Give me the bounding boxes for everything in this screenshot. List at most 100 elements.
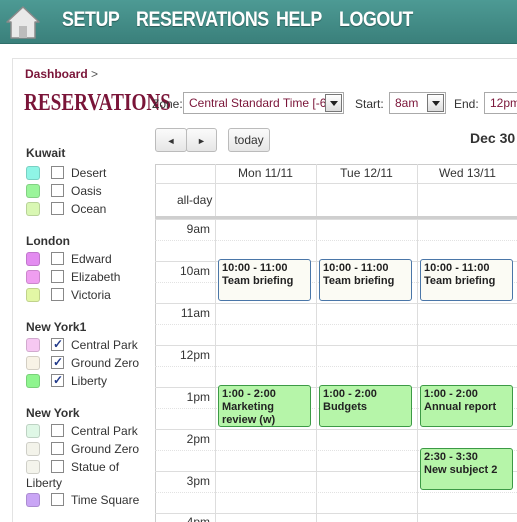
nav-setup[interactable]: SETUP	[62, 8, 120, 36]
color-swatch	[26, 202, 40, 216]
top-nav-bar: SETUP RESERVATIONS HELP LOGOUT	[0, 0, 517, 44]
breadcrumb: Dashboard >	[25, 67, 98, 81]
event-time: 1:00 - 2:00	[424, 388, 478, 400]
grid-divider	[155, 303, 517, 304]
sidebar-item-label-continuation: Liberty	[26, 476, 63, 490]
color-swatch	[26, 356, 40, 370]
day-header-mon: Mon 11/11	[238, 166, 293, 180]
grid-divider	[155, 366, 517, 367]
nav-help[interactable]: HELP	[276, 8, 322, 36]
event-time: 1:00 - 2:00	[222, 388, 276, 400]
color-swatch	[26, 184, 40, 198]
color-swatch	[26, 460, 40, 474]
event-annual-report[interactable]: 1:00 - 2:00 Annual report	[420, 385, 513, 427]
chevron-down-icon	[427, 94, 444, 112]
next-button[interactable]: ►	[186, 128, 217, 152]
end-select[interactable]: 12pm	[484, 92, 517, 114]
checkbox[interactable]	[51, 493, 64, 506]
event-title: Annual report	[424, 401, 497, 413]
checkbox[interactable]	[51, 373, 64, 387]
house-icon[interactable]	[3, 2, 43, 42]
event-time: 10:00 - 11:00	[222, 262, 288, 274]
grid-divider	[155, 324, 517, 325]
sidebar-item-label: Time Square	[71, 493, 140, 507]
hour-label: 4pm	[186, 515, 210, 522]
day-header-tue: Tue 12/11	[340, 166, 393, 180]
color-swatch	[26, 270, 40, 284]
checkbox[interactable]	[51, 252, 64, 265]
end-select-value: 12pm	[490, 96, 517, 110]
checkbox[interactable]	[51, 166, 64, 179]
group-heading-new-york1: New York1	[26, 320, 87, 334]
hour-label: 9am	[186, 222, 210, 236]
event-title: New subject 2	[424, 464, 498, 476]
sidebar-item-label: Central Park	[71, 424, 138, 438]
start-select[interactable]: 8am	[389, 92, 446, 114]
checkbox[interactable]	[51, 270, 64, 283]
checkbox[interactable]	[51, 288, 64, 301]
checkbox[interactable]	[51, 184, 64, 197]
chevron-down-icon	[325, 94, 342, 112]
sidebar-item-label: Elizabeth	[71, 270, 121, 284]
sidebar-item-label: Statue of	[71, 460, 120, 474]
nav-reservations[interactable]: RESERVATIONS	[136, 8, 269, 36]
hour-label: 10am	[179, 264, 210, 278]
start-label: Start:	[355, 97, 384, 111]
breadcrumb-separator: >	[91, 67, 99, 81]
grid-divider	[155, 219, 517, 220]
sidebar-item-label: Ocean	[71, 202, 107, 216]
event-title: Team briefing	[222, 275, 294, 287]
arrow-right-icon: ►	[197, 136, 206, 146]
event-team-briefing-wed[interactable]: 10:00 - 11:00 Team briefing	[420, 259, 513, 301]
zone-select-value: Central Standard Time [-6]	[189, 96, 330, 110]
color-swatch	[26, 338, 40, 352]
nav-logout[interactable]: LOGOUT	[339, 8, 413, 36]
grid-divider	[155, 240, 517, 241]
sidebar-item-label: Edward	[71, 252, 112, 266]
event-marketing-review[interactable]: 1:00 - 2:00 Marketing review (w)	[218, 385, 311, 427]
checkbox[interactable]	[51, 355, 64, 369]
zone-select[interactable]: Central Standard Time [-6]	[183, 92, 344, 114]
prev-button[interactable]: ◄	[155, 128, 187, 152]
checkbox[interactable]	[51, 460, 64, 473]
grid-divider	[155, 429, 517, 430]
event-team-briefing-tue[interactable]: 10:00 - 11:00 Team briefing	[319, 259, 412, 301]
color-swatch	[26, 288, 40, 302]
hour-label: 2pm	[186, 432, 210, 446]
event-team-briefing-mon[interactable]: 10:00 - 11:00 Team briefing	[218, 259, 311, 301]
checkbox[interactable]	[51, 442, 64, 455]
color-swatch	[26, 442, 40, 456]
hour-label: 1pm	[186, 390, 210, 404]
breadcrumb-dashboard-link[interactable]: Dashboard	[25, 67, 88, 81]
checkbox[interactable]	[51, 424, 64, 437]
grid-divider	[155, 183, 517, 184]
event-title: Budgets	[323, 401, 367, 413]
event-time: 2:30 - 3:30	[424, 451, 478, 463]
event-time: 1:00 - 2:00	[323, 388, 377, 400]
day-header-wed: Wed 13/11	[439, 166, 496, 180]
checkbox[interactable]	[51, 337, 64, 351]
today-button[interactable]: today	[228, 128, 270, 152]
sidebar-item-label: Ground Zero	[71, 442, 140, 456]
sidebar-item-label: Ground Zero	[71, 356, 140, 370]
sidebar-item-label: Central Park	[71, 338, 138, 352]
hour-label: 3pm	[186, 474, 210, 488]
allday-label: all-day	[177, 193, 213, 207]
event-title: Team briefing	[323, 275, 395, 287]
checkbox[interactable]	[51, 202, 64, 215]
page-title: RESERVATIONS	[24, 90, 171, 116]
group-heading-new-york: New York	[26, 406, 80, 420]
date-heading: Dec 30	[470, 130, 516, 146]
event-time: 10:00 - 11:00	[424, 262, 490, 274]
zone-label: Zone:	[152, 97, 183, 111]
event-time: 10:00 - 11:00	[323, 262, 389, 274]
event-new-subject-2[interactable]: 2:30 - 3:30 New subject 2	[420, 448, 513, 490]
event-title: Team briefing	[424, 275, 496, 287]
sidebar-item-label: Oasis	[71, 184, 102, 198]
grid-divider	[155, 345, 517, 346]
end-label: End:	[454, 97, 479, 111]
start-select-value: 8am	[395, 96, 419, 110]
grid-divider	[155, 513, 517, 514]
event-budgets[interactable]: 1:00 - 2:00 Budgets	[319, 385, 412, 427]
color-swatch	[26, 493, 40, 507]
